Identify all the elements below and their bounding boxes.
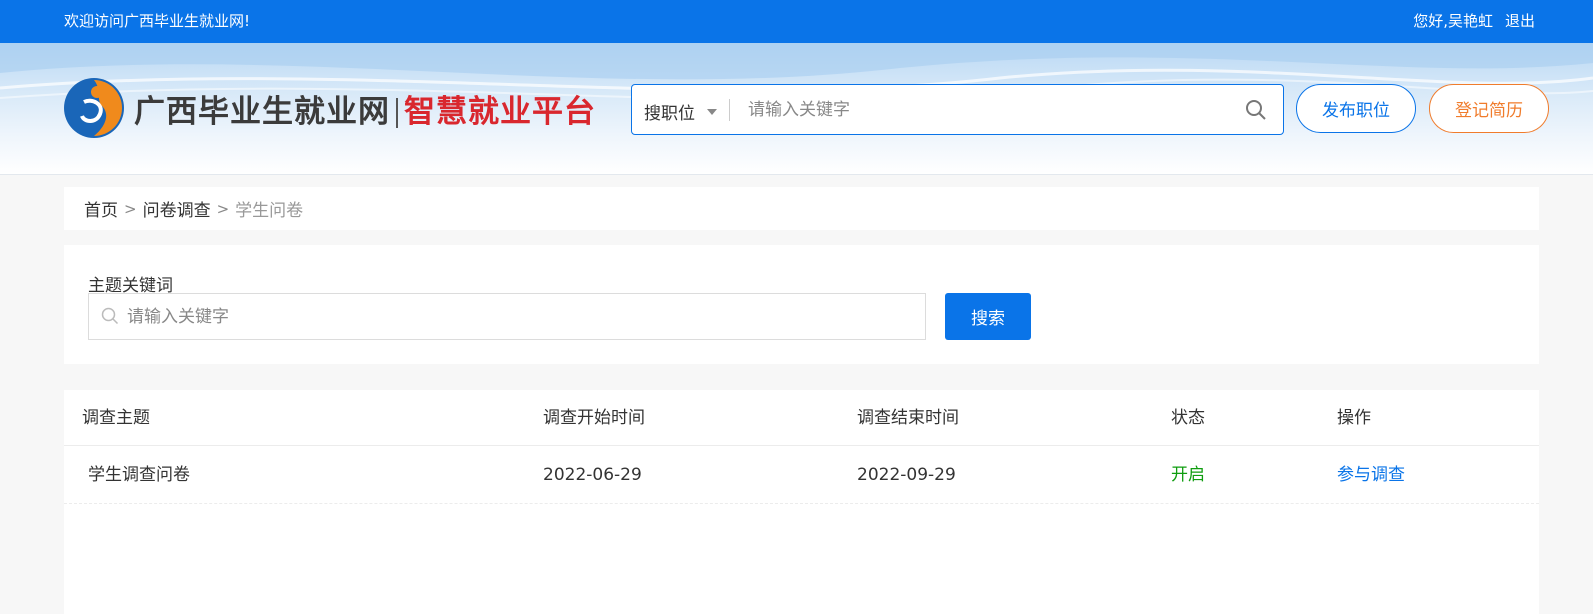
welcome-text: 欢迎访问广西毕业生就业网! — [64, 12, 251, 30]
logo-title: 广西毕业生就业网 — [134, 93, 390, 130]
column-header-start: 调查开始时间 — [543, 408, 645, 428]
column-header-status: 状态 — [1171, 408, 1205, 428]
chevron-right-icon: > — [216, 199, 230, 218]
logo-text: 广西毕业生就业网 智慧就业平台 — [134, 86, 596, 131]
cell-end-date: 2022-09-29 — [857, 465, 956, 485]
post-job-button[interactable]: 发布职位 — [1296, 84, 1416, 133]
breadcrumb-current: 学生问卷 — [235, 201, 304, 221]
cell-start-date: 2022-06-29 — [543, 465, 642, 485]
column-header-topic: 调查主题 — [82, 408, 150, 428]
keyword-field — [88, 293, 926, 340]
cell-topic: 学生调查问卷 — [88, 465, 190, 485]
site-logo[interactable]: 广西毕业生就业网 智慧就业平台 — [62, 76, 596, 140]
table-row: 学生调查问卷 2022-06-29 2022-09-29 开启 参与调查 — [64, 447, 1539, 504]
column-header-end: 调查结束时间 — [857, 408, 959, 428]
search-type-select[interactable]: 搜职位 — [644, 99, 717, 124]
header-search-box: 搜职位 — [631, 84, 1284, 135]
table-header: 调查主题 调查开始时间 调查结束时间 状态 操作 — [64, 390, 1539, 446]
breadcrumb: 首页 > 问卷调查 > 学生问卷 — [64, 187, 1539, 230]
column-header-action: 操作 — [1337, 408, 1371, 428]
register-resume-button[interactable]: 登记简历 — [1429, 84, 1549, 133]
participate-survey-link[interactable]: 参与调查 — [1337, 447, 1405, 503]
breadcrumb-survey[interactable]: 问卷调查 — [143, 196, 211, 221]
keyword-input[interactable] — [127, 302, 907, 332]
user-area: 您好,吴艳虹 退出 — [1413, 10, 1535, 31]
header-search-input[interactable] — [748, 95, 1228, 125]
search-divider — [729, 99, 730, 121]
search-type-label: 搜职位 — [644, 104, 695, 124]
logo-subtitle: 智慧就业平台 — [404, 93, 596, 130]
logo-mark-icon — [64, 78, 124, 138]
chevron-down-icon — [707, 108, 717, 115]
top-bar: 欢迎访问广西毕业生就业网! 您好,吴艳虹 退出 — [0, 0, 1593, 43]
status-badge: 开启 — [1171, 465, 1205, 485]
filter-panel: 主题关键词 搜索 — [64, 245, 1539, 364]
user-greeting[interactable]: 您好,吴艳虹 — [1413, 10, 1493, 31]
logo-divider — [396, 98, 398, 128]
search-button[interactable]: 搜索 — [945, 293, 1031, 340]
search-icon — [101, 307, 119, 325]
logout-link[interactable]: 退出 — [1505, 10, 1535, 31]
site-header: 广西毕业生就业网智慧就业平台 搜职位 发布职位 登记简历 — [0, 43, 1593, 175]
chevron-right-icon: > — [124, 199, 137, 218]
search-icon[interactable] — [1245, 99, 1267, 121]
breadcrumb-home[interactable]: 首页 — [84, 196, 118, 221]
survey-table: 调查主题 调查开始时间 调查结束时间 状态 操作 学生调查问卷 2022-06-… — [64, 390, 1539, 614]
